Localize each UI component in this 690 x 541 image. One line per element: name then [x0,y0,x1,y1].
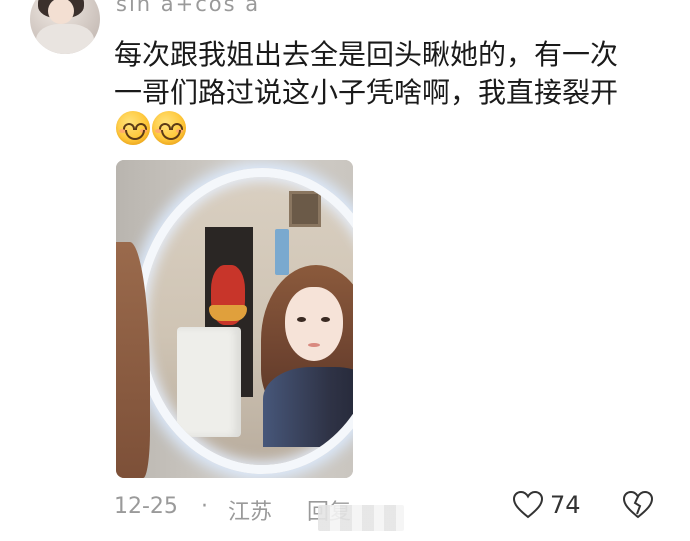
like-count: 74 [550,491,581,519]
smiling-face-icon [116,111,150,145]
comment-photo[interactable] [116,160,353,478]
comment-date: 12-25 [114,494,178,519]
comment-line-2: 一哥们路过说这小子凭啥啊，我直接裂开 [114,76,619,109]
comment-text: 每次跟我姐出去全是回头瞅她的，有一次 一哥们路过说这小子凭啥啊，我直接裂开 [114,36,654,112]
dislike-button[interactable] [622,490,654,524]
heart-icon [512,490,544,519]
meta-separator: · [201,494,208,519]
avatar-face [48,0,74,24]
comment-avatar[interactable] [30,0,100,54]
like-button[interactable]: 74 [512,490,581,520]
comment-line-1: 每次跟我姐出去全是回头瞅她的，有一次 [114,38,619,71]
emoji-row [116,111,186,145]
comment-location: 江苏 [228,500,273,525]
avatar-body [36,24,94,54]
broken-heart-icon [622,490,654,519]
watermark-mask [318,505,404,531]
smiling-face-icon [152,111,186,145]
comment-username[interactable]: sin a+cos a [116,0,260,16]
